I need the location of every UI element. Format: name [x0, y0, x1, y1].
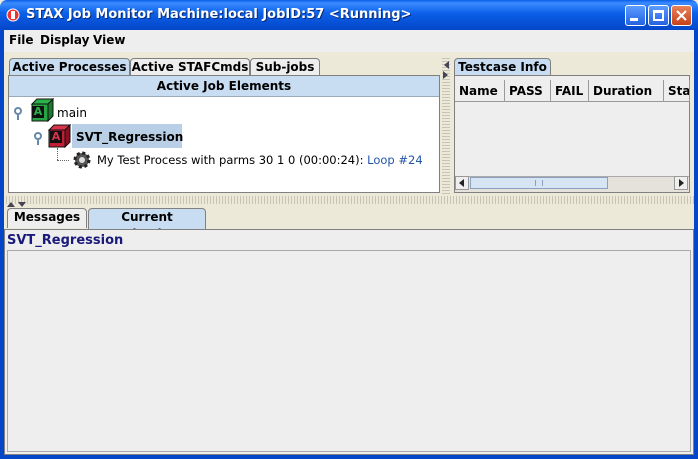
green-block-letter: A: [32, 105, 44, 118]
tab-sub-jobs[interactable]: Sub-jobs: [250, 58, 320, 76]
current-selection-content: [7, 250, 691, 452]
maximize-button[interactable]: [648, 5, 669, 26]
current-selection-title: SVT_Regression: [7, 233, 124, 248]
scroll-thumb-grip-icon: [535, 180, 543, 186]
scroll-right-icon: [679, 179, 684, 187]
tree-node-main[interactable]: main: [57, 106, 87, 120]
tree-expander-stem: [37, 140, 39, 145]
gear-icon: [72, 150, 92, 170]
tab-active-stafcmds[interactable]: Active STAFCmds: [130, 58, 250, 76]
tree-node-svt-regression[interactable]: SVT_Regression: [76, 130, 183, 144]
tree-line: [57, 148, 59, 160]
active-job-elements-header: Active Job Elements: [9, 76, 439, 97]
tree-line: [57, 160, 69, 162]
window-border-bottom: [0, 455, 698, 459]
red-block-letter: A: [50, 130, 62, 143]
column-pass[interactable]: PASS: [505, 80, 551, 102]
window-border-right: [694, 30, 698, 459]
tree-expander-svt[interactable]: [34, 132, 42, 140]
splitter-right-arrow-icon[interactable]: [443, 68, 449, 82]
tree-node-process[interactable]: My Test Process with parms 30 1 0 (00:00…: [97, 153, 423, 167]
tree-expander-stem: [17, 115, 19, 120]
close-icon: [676, 10, 687, 21]
column-fail[interactable]: FAIL: [551, 80, 589, 102]
column-status[interactable]: Sta: [664, 80, 690, 102]
window-title: STAX Job Monitor Machine:local JobID:57 …: [26, 7, 412, 22]
column-name[interactable]: Name: [455, 80, 505, 102]
tab-testcase-info[interactable]: Testcase Info: [454, 58, 551, 76]
menu-display[interactable]: Display: [40, 33, 89, 47]
minimize-icon: [630, 18, 638, 21]
tab-current-selection[interactable]: Current Selection: [88, 208, 206, 241]
process-description: My Test Process with parms 30 1 0 (00:00…: [97, 153, 368, 167]
tree-expander-main[interactable]: [14, 107, 22, 115]
menu-file[interactable]: File: [9, 33, 34, 47]
tab-messages[interactable]: Messages: [7, 208, 87, 228]
app-icon: [6, 8, 20, 22]
menu-view[interactable]: View: [93, 33, 125, 47]
scroll-left-button[interactable]: [455, 176, 469, 190]
scroll-left-icon: [459, 179, 464, 187]
horizontal-splitter[interactable]: [4, 196, 694, 204]
process-loop: Loop #24: [367, 153, 423, 167]
maximize-icon: [653, 10, 664, 21]
scroll-thumb[interactable]: [470, 177, 608, 189]
testcase-table-body: [455, 102, 689, 176]
minimize-button[interactable]: [625, 5, 646, 26]
close-button[interactable]: [671, 5, 692, 26]
scroll-right-button[interactable]: [674, 176, 688, 190]
column-duration[interactable]: Duration: [589, 80, 664, 102]
tab-active-processes[interactable]: Active Processes: [9, 58, 130, 76]
